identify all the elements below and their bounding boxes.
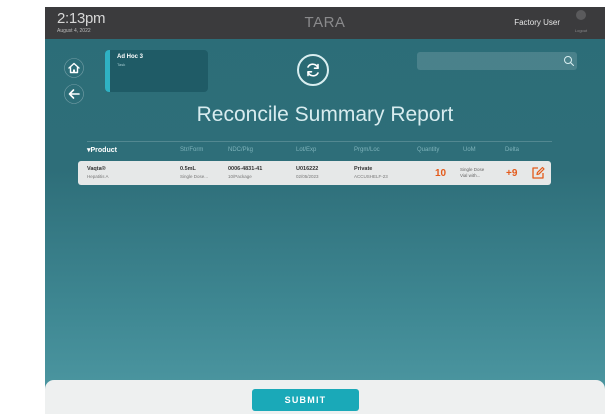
search-icon[interactable]	[563, 55, 575, 67]
column-header-ndc-pkg[interactable]: NDC/Pkg	[228, 147, 253, 153]
column-header-prgm-loc[interactable]: Prgm/Loc	[354, 147, 380, 153]
task-accent-bar	[105, 50, 110, 92]
package: 10/Package	[228, 174, 252, 179]
form: Single Dose...	[180, 174, 209, 179]
task-card[interactable]: Ad Hoc 3 Task	[105, 50, 208, 92]
column-header-str-form[interactable]: Str/Form	[180, 147, 203, 153]
task-subtitle: Task	[117, 62, 126, 67]
column-header-delta[interactable]: Delta	[505, 147, 519, 153]
product-name: Vaqta®	[87, 166, 106, 172]
delta-value: +9	[506, 168, 518, 179]
sync-button[interactable]	[297, 54, 329, 86]
column-header-lot-exp[interactable]: Lot/Exp	[296, 147, 316, 153]
logout-button[interactable]: Logout	[569, 10, 593, 36]
logout-icon	[576, 10, 586, 20]
home-button[interactable]	[64, 58, 84, 78]
column-header-product[interactable]: ▾Product	[87, 146, 117, 154]
table-row[interactable]: Vaqta® Hepatitis A 0.5mL Single Dose... …	[78, 161, 551, 185]
column-header-quantity[interactable]: Quantity	[417, 147, 439, 153]
quantity-value: 10	[435, 168, 447, 179]
search-input[interactable]	[417, 52, 577, 70]
submit-button[interactable]: SUBMIT	[252, 389, 359, 411]
column-header-uom[interactable]: UoM	[463, 147, 476, 153]
current-user: Factory User	[514, 18, 560, 27]
edit-icon[interactable]	[530, 165, 546, 181]
app-frame: 2:13pm August 4, 2022 TARA Factory User …	[45, 7, 605, 414]
strength: 0.5mL	[180, 166, 196, 172]
task-title: Ad Hoc 3	[117, 54, 144, 60]
location: ACCUSHELF-23	[354, 174, 388, 179]
footer-bar: SUBMIT	[45, 380, 605, 414]
uom-line-2: Vial with...	[460, 173, 481, 178]
uom-line-1: Single Dose	[460, 167, 485, 172]
expiration-date: 02/05/2023	[296, 174, 319, 179]
product-subtitle: Hepatitis A	[87, 174, 109, 179]
table-header: ▾Product Str/Form NDC/Pkg Lot/Exp Prgm/L…	[87, 141, 552, 157]
back-button[interactable]	[64, 84, 84, 104]
ndc: 0006-4831-41	[228, 166, 263, 172]
program: Private	[354, 166, 373, 172]
back-arrow-icon	[64, 84, 84, 104]
top-bar: 2:13pm August 4, 2022 TARA Factory User …	[45, 7, 605, 39]
home-icon	[64, 58, 84, 78]
logout-label: Logout	[574, 28, 588, 33]
page-title: Reconcile Summary Report	[196, 103, 454, 126]
sync-icon	[307, 63, 319, 77]
lot-number: U016222	[296, 166, 319, 172]
